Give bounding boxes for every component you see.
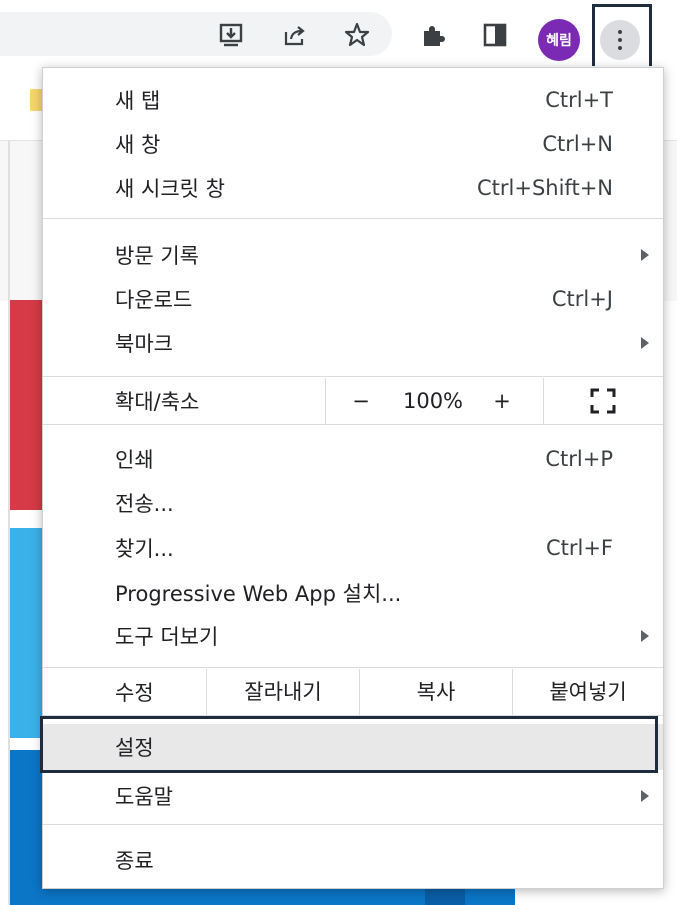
fullscreen-icon[interactable] (590, 388, 616, 414)
install-icon[interactable] (218, 22, 244, 48)
page-banner-red (10, 300, 42, 510)
menu-item-new-incognito-window[interactable]: 새 시크릿 창 Ctrl+Shift+N (43, 166, 663, 210)
cut-button[interactable]: 잘라내기 (207, 675, 359, 709)
submenu-arrow-icon (641, 630, 649, 642)
menu-item-find[interactable]: 찾기... Ctrl+F (43, 526, 663, 570)
paste-button[interactable]: 붙여넣기 (513, 675, 663, 709)
menu-item-shortcut: Ctrl+Shift+N (477, 176, 613, 200)
menu-item-history[interactable]: 방문 기록 (43, 233, 663, 277)
extensions-icon[interactable] (420, 22, 446, 48)
edit-label: 수정 (115, 681, 154, 705)
zoom-divider (325, 378, 326, 424)
menu-item-label: 도움말 (115, 785, 173, 809)
submenu-arrow-icon (641, 790, 649, 802)
zoom-label: 확대/축소 (115, 390, 200, 414)
menu-divider (43, 376, 663, 377)
menu-item-help[interactable]: 도움말 (43, 774, 663, 818)
menu-item-label: 새 탭 (115, 89, 161, 113)
profile-avatar[interactable]: 혜림 (538, 19, 580, 61)
menu-item-bookmarks[interactable]: 북마크 (43, 321, 663, 365)
side-panel-icon[interactable] (482, 22, 508, 48)
copy-button[interactable]: 복사 (360, 675, 512, 709)
menu-item-label: 전송... (115, 492, 174, 516)
menu-item-cast[interactable]: 전송... (43, 481, 663, 525)
menu-item-shortcut: Ctrl+F (545, 536, 613, 560)
menu-item-label: 다운로드 (115, 288, 193, 312)
share-icon[interactable] (282, 22, 308, 48)
menu-item-label: 인쇄 (115, 448, 154, 472)
zoom-in-button[interactable]: + (489, 384, 515, 418)
menu-item-downloads[interactable]: 다운로드 Ctrl+J (43, 277, 663, 321)
menu-item-exit[interactable]: 종료 (43, 838, 663, 882)
menu-button-highlight-frame (592, 4, 652, 74)
menu-divider (43, 824, 663, 825)
page-banner-lightblue (10, 528, 42, 738)
menu-item-label: 종료 (115, 849, 154, 873)
menu-item-install-pwa[interactable]: Progressive Web App 설치... (43, 571, 663, 615)
menu-item-label: 새 시크릿 창 (115, 177, 225, 201)
menu-edit-row: 수정 잘라내기 복사 붙여넣기 (43, 669, 663, 715)
menu-zoom-row: 확대/축소 − 100% + (43, 378, 663, 424)
menu-item-new-tab[interactable]: 새 탭 Ctrl+T (43, 78, 663, 122)
address-bar[interactable] (0, 12, 392, 56)
menu-item-print[interactable]: 인쇄 Ctrl+P (43, 437, 663, 481)
star-icon[interactable] (344, 22, 370, 48)
zoom-level: 100% (402, 389, 464, 413)
menu-item-more-tools[interactable]: 도구 더보기 (43, 614, 663, 658)
menu-item-label: 새 창 (115, 133, 161, 157)
submenu-arrow-icon (641, 249, 649, 261)
menu-item-shortcut: Ctrl+T (545, 88, 613, 112)
submenu-arrow-icon (641, 337, 649, 349)
menu-divider (43, 218, 663, 219)
menu-item-label: 찾기... (115, 537, 174, 561)
menu-item-label: 북마크 (115, 332, 173, 356)
menu-item-label: 방문 기록 (115, 244, 199, 268)
menu-item-shortcut: Ctrl+P (545, 447, 613, 471)
menu-divider (43, 424, 663, 425)
menu-item-label: Progressive Web App 설치... (115, 582, 402, 606)
browser-toolbar: 혜림 (0, 0, 677, 74)
zoom-divider (543, 378, 544, 424)
menu-item-shortcut: Ctrl+N (542, 132, 613, 156)
menu-item-new-window[interactable]: 새 창 Ctrl+N (43, 122, 663, 166)
menu-divider (43, 667, 663, 668)
menu-item-shortcut: Ctrl+J (551, 287, 613, 311)
settings-highlight-frame (40, 716, 658, 773)
menu-item-label: 도구 더보기 (115, 625, 219, 649)
zoom-out-button[interactable]: − (348, 384, 374, 418)
